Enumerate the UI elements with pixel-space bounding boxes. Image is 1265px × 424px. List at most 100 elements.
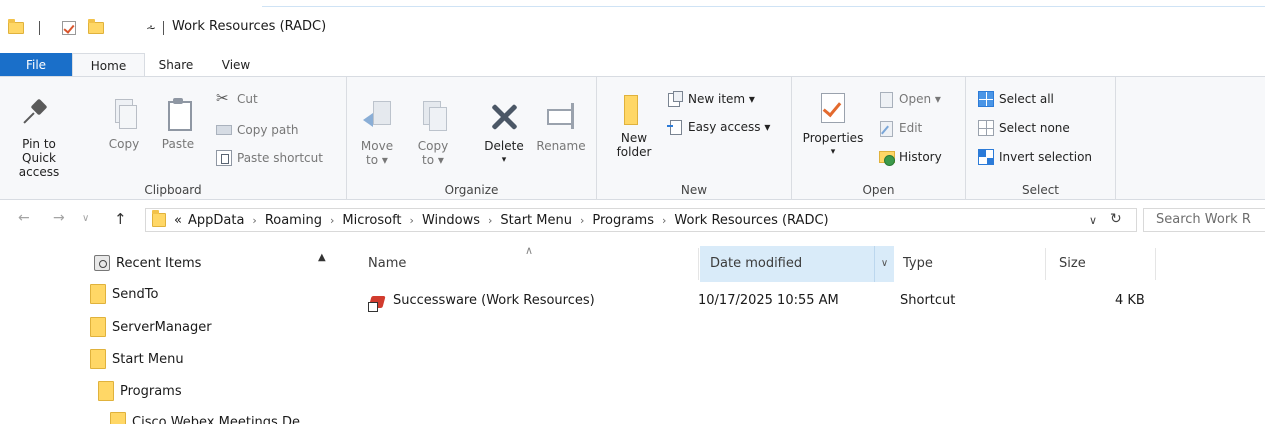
breadcrumb-chevron-icon[interactable]: › bbox=[662, 214, 666, 227]
tree-item-sendto[interactable]: SendTo bbox=[90, 283, 158, 305]
separator bbox=[163, 17, 164, 39]
easy-access-button[interactable]: Easy access ▾ bbox=[667, 117, 770, 137]
paste-button[interactable]: Paste bbox=[156, 97, 200, 151]
delete-label: Delete bbox=[484, 139, 524, 153]
delete-dropdown-arrow[interactable]: ▾ bbox=[479, 153, 529, 167]
tab-file[interactable]: File bbox=[0, 53, 72, 77]
tree-item-programs[interactable]: Programs bbox=[98, 380, 182, 402]
ribbon: Pin to Quick access Copy Paste Cut Copy … bbox=[0, 76, 1265, 200]
invert-selection-button[interactable]: Invert selection bbox=[978, 147, 1092, 167]
recent-locations-chevron-icon[interactable]: ∨ bbox=[82, 213, 89, 224]
copy-path-button[interactable]: Copy path bbox=[216, 120, 299, 140]
title-accent-line bbox=[262, 6, 1265, 7]
cut-button[interactable]: Cut bbox=[216, 89, 258, 109]
open-group-label: Open bbox=[862, 183, 895, 197]
recent-items-icon bbox=[94, 255, 110, 271]
new-folder-button[interactable]: New folder bbox=[609, 91, 659, 159]
breadcrumb-appdata[interactable]: AppData bbox=[188, 213, 244, 228]
move-to-button[interactable]: Move to ▾ bbox=[357, 99, 397, 167]
up-arrow-icon[interactable]: ↑ bbox=[114, 210, 127, 228]
back-arrow-icon[interactable]: ← bbox=[18, 210, 30, 226]
easy-access-icon bbox=[667, 119, 683, 135]
tab-share[interactable]: Share bbox=[145, 53, 207, 77]
properties-button[interactable]: Properties ▾ bbox=[800, 91, 866, 159]
column-header-date-modified[interactable]: Date modified bbox=[700, 246, 874, 282]
open-button[interactable]: Open ▾ bbox=[878, 89, 941, 109]
history-button[interactable]: History bbox=[878, 147, 942, 167]
new-item-button[interactable]: New item ▾ bbox=[667, 89, 755, 109]
column-filter-dropdown-icon[interactable]: ∨ bbox=[874, 246, 894, 282]
paste-shortcut-icon bbox=[216, 150, 232, 166]
select-group: Select all Select none Invert selection … bbox=[966, 77, 1116, 200]
organize-group-label: Organize bbox=[444, 183, 499, 197]
column-header-type[interactable]: Type bbox=[895, 246, 1045, 282]
copy-to-label-line1: Copy bbox=[417, 139, 449, 153]
select-none-icon bbox=[978, 120, 994, 136]
pin-to-quick-access-button[interactable]: Pin to Quick access bbox=[6, 97, 72, 179]
select-none-button[interactable]: Select none bbox=[978, 118, 1070, 138]
copy-button[interactable]: Copy bbox=[104, 97, 144, 151]
edit-button[interactable]: Edit bbox=[878, 118, 922, 138]
tree-item-cisco-webex[interactable]: Cisco Webex Meetings De bbox=[110, 411, 300, 424]
address-dropdown-icon[interactable]: ∨ bbox=[1089, 214, 1097, 227]
breadcrumb-chevron-icon[interactable]: › bbox=[410, 214, 414, 227]
breadcrumb-overflow[interactable]: « bbox=[174, 213, 182, 228]
column-divider[interactable] bbox=[1155, 248, 1156, 280]
pin-label-line2: access bbox=[18, 165, 60, 179]
file-name: Successware (Work Resources) bbox=[393, 293, 595, 308]
tree-item-servermanager[interactable]: ServerManager bbox=[90, 316, 212, 338]
properties-quick-access-icon[interactable] bbox=[62, 17, 76, 39]
move-to-icon bbox=[361, 99, 393, 133]
paste-shortcut-button[interactable]: Paste shortcut bbox=[216, 148, 323, 168]
file-size: 4 KB bbox=[1115, 293, 1145, 308]
search-input[interactable]: Search Work R bbox=[1143, 208, 1265, 232]
column-header-name[interactable]: Name bbox=[368, 246, 698, 282]
invert-selection-label: Invert selection bbox=[999, 150, 1093, 164]
address-bar[interactable]: « AppData › Roaming › Microsoft › Window… bbox=[145, 208, 1137, 232]
breadcrumb-microsoft[interactable]: Microsoft bbox=[342, 213, 401, 228]
edit-label: Edit bbox=[899, 121, 923, 135]
tree-item-recent-items[interactable]: Recent Items bbox=[94, 252, 201, 274]
history-label: History bbox=[899, 150, 942, 164]
open-label: Open ▾ bbox=[899, 92, 941, 106]
scroll-up-arrow-icon[interactable]: ▲ bbox=[318, 252, 326, 263]
tab-view[interactable]: View bbox=[207, 53, 265, 77]
new-folder-icon bbox=[618, 91, 650, 125]
breadcrumb-chevron-icon[interactable]: › bbox=[330, 214, 334, 227]
column-header-size[interactable]: Size bbox=[1045, 246, 1155, 282]
copy-to-button[interactable]: Copy to ▾ bbox=[413, 99, 453, 167]
rename-button[interactable]: Rename bbox=[533, 99, 589, 153]
customize-quick-access-icon[interactable]: ⩪ bbox=[146, 17, 156, 39]
file-date-modified: 10/17/2025 10:55 AM bbox=[698, 293, 839, 308]
breadcrumb-chevron-icon[interactable]: › bbox=[252, 214, 256, 227]
breadcrumb-chevron-icon[interactable]: › bbox=[488, 214, 492, 227]
rename-label: Rename bbox=[536, 139, 586, 153]
breadcrumb-chevron-icon[interactable]: › bbox=[580, 214, 584, 227]
properties-icon bbox=[817, 91, 849, 125]
copy-path-icon bbox=[216, 125, 232, 135]
refresh-icon[interactable]: ↻ bbox=[1110, 211, 1122, 227]
select-all-button[interactable]: Select all bbox=[978, 89, 1054, 109]
navigation-bar: ← → ∨ ↑ « AppData › Roaming › Microsoft … bbox=[0, 205, 1265, 235]
properties-dropdown-arrow[interactable]: ▾ bbox=[800, 145, 866, 159]
delete-button[interactable]: Delete ▾ bbox=[479, 99, 529, 167]
shortcut-app-icon bbox=[368, 294, 388, 312]
rename-icon bbox=[545, 99, 577, 133]
new-group: New folder New item ▾ Easy access ▾ New bbox=[597, 77, 792, 200]
invert-selection-icon bbox=[978, 149, 994, 165]
forward-arrow-icon[interactable]: → bbox=[53, 210, 65, 226]
tab-home[interactable]: Home bbox=[72, 53, 145, 77]
breadcrumb-windows[interactable]: Windows bbox=[422, 213, 480, 228]
column-divider[interactable] bbox=[698, 248, 699, 280]
breadcrumb-work-resources[interactable]: Work Resources (RADC) bbox=[674, 213, 828, 228]
separator bbox=[39, 17, 40, 39]
window-title: Work Resources (RADC) bbox=[172, 19, 327, 34]
breadcrumb-start-menu[interactable]: Start Menu bbox=[500, 213, 572, 228]
new-folder-quick-access-icon[interactable] bbox=[88, 17, 104, 39]
title-bar: ⩪ Work Resources (RADC) bbox=[0, 0, 1265, 54]
breadcrumb-programs[interactable]: Programs bbox=[592, 213, 654, 228]
organize-group: Move to ▾ Copy to ▾ Delete ▾ Rename Orga… bbox=[347, 77, 597, 200]
breadcrumb-roaming[interactable]: Roaming bbox=[265, 213, 322, 228]
tree-item-start-menu[interactable]: Start Menu bbox=[90, 348, 184, 370]
file-row[interactable]: Successware (Work Resources) 10/17/2025 … bbox=[368, 291, 1168, 313]
